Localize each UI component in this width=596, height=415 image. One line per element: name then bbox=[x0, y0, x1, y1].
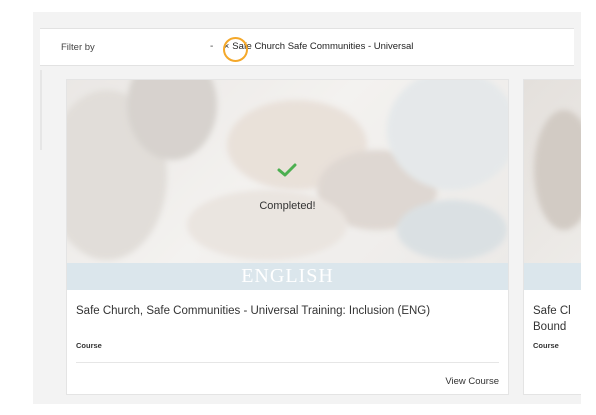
course-type: Course bbox=[533, 341, 559, 350]
language-band bbox=[524, 263, 581, 290]
course-title[interactable]: Safe Cl Bound bbox=[533, 303, 581, 335]
course-title[interactable]: Safe Church, Safe Communities - Universa… bbox=[76, 303, 430, 319]
filter-bar: Filter by - × Safe Church Safe Communitie… bbox=[40, 28, 574, 66]
filter-separator: - bbox=[210, 41, 214, 52]
language-label: ENGLISH bbox=[241, 265, 334, 287]
thumbnail-overlay bbox=[67, 80, 508, 290]
course-card[interactable]: Completed! ENGLISH Safe Church, Safe Com… bbox=[66, 79, 509, 395]
card-divider bbox=[76, 362, 499, 363]
active-filter-label: Safe Church Safe Communities - Universal bbox=[232, 41, 414, 52]
active-filter-chip[interactable]: × Safe Church Safe Communities - Universa… bbox=[224, 41, 413, 52]
completion-status: Completed! bbox=[259, 200, 316, 212]
check-icon bbox=[277, 163, 297, 177]
course-thumbnail bbox=[524, 80, 581, 290]
course-catalog-frame: Filter by - × Safe Church Safe Communitie… bbox=[33, 12, 581, 404]
view-course-link[interactable]: View Course bbox=[445, 376, 499, 387]
course-card[interactable]: Safe Cl Bound Course bbox=[523, 79, 581, 395]
side-panel-edge bbox=[40, 70, 42, 150]
language-band: ENGLISH bbox=[67, 263, 508, 290]
filter-label: Filter by bbox=[61, 42, 95, 53]
course-thumbnail: Completed! ENGLISH bbox=[67, 80, 508, 290]
course-type: Course bbox=[76, 341, 102, 350]
highlight-circle bbox=[223, 37, 248, 62]
